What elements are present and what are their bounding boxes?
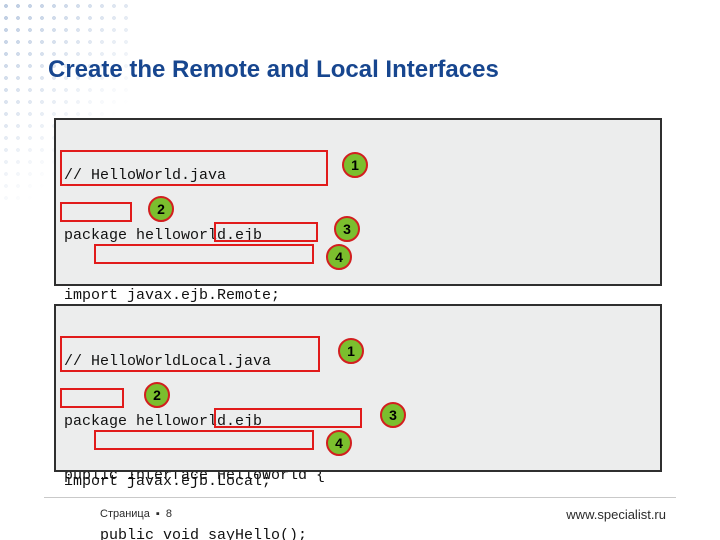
highlight-annotation	[60, 202, 132, 222]
highlight-method	[94, 244, 314, 264]
callout-badge-2: 2	[148, 196, 174, 222]
code-line: // HelloWorld.java	[64, 166, 652, 186]
highlight-method	[94, 430, 314, 450]
callout-badge-4: 4	[326, 244, 352, 270]
code-block-remote: // HelloWorld.java package helloworld.ej…	[54, 118, 662, 286]
footer-rule	[44, 497, 676, 498]
slide-title: Create the Remote and Local Interfaces	[48, 56, 499, 84]
code-line: import javax.ejb.Local;	[64, 472, 652, 492]
code-line: package helloworld.ejb	[64, 226, 652, 246]
highlight-annotation	[60, 388, 124, 408]
code-line: import javax.ejb.Remote;	[64, 286, 652, 306]
code-line	[64, 532, 652, 540]
code-line: package helloworld.ejb	[64, 412, 652, 432]
page-word: Страница	[100, 508, 150, 520]
callout-badge-2: 2	[144, 382, 170, 408]
page-number: Страница ▪ 8	[100, 508, 172, 520]
callout-badge-4: 4	[326, 430, 352, 456]
page-no: 8	[166, 508, 172, 520]
slide: Create the Remote and Local Interfaces /…	[0, 0, 720, 540]
separator-icon: ▪	[153, 508, 163, 520]
site-url: www.specialist.ru	[566, 507, 666, 522]
code-line: // HelloWorldLocal.java	[64, 352, 652, 372]
code-block-local: // HelloWorldLocal.java package hellowor…	[54, 304, 662, 472]
